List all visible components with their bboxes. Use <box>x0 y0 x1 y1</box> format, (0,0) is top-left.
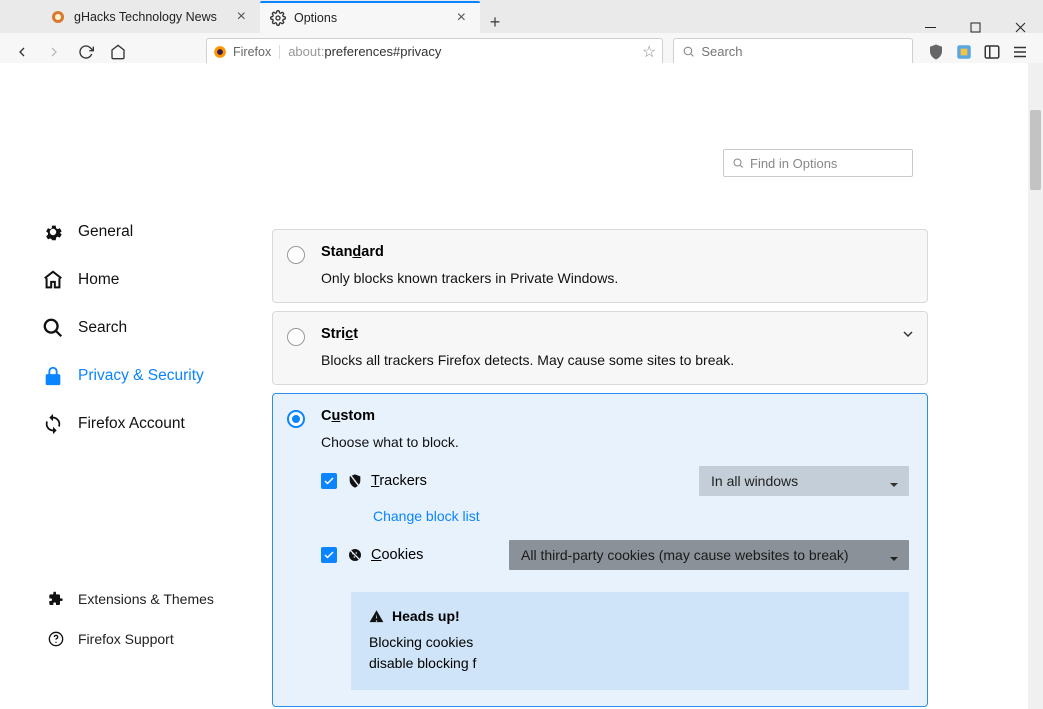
content-area: Find in Options General Home Search Priv… <box>0 63 1028 709</box>
change-block-list-link[interactable]: Change block list <box>373 508 909 524</box>
category-label: Home <box>78 271 119 289</box>
dropdown-value: All third-party cookies (may cause websi… <box>521 547 849 563</box>
checkbox-cookies[interactable] <box>321 547 337 563</box>
chevron-down-icon <box>889 552 899 568</box>
option-desc: Blocks all trackers Firefox detects. May… <box>321 352 909 368</box>
extension-icon[interactable] <box>955 43 973 61</box>
category-general[interactable]: General <box>42 208 242 256</box>
radio-standard[interactable] <box>287 246 305 264</box>
option-standard[interactable]: Standard Only blocks known trackers in P… <box>272 229 928 303</box>
category-label: Firefox Account <box>78 415 185 433</box>
tab-label: Options <box>294 11 337 25</box>
category-account[interactable]: Firefox Account <box>42 400 242 448</box>
find-in-options[interactable]: Find in Options <box>723 149 913 177</box>
warning-box: Heads up! Blocking cookies disable block… <box>351 592 909 690</box>
chevron-down-icon <box>889 478 899 494</box>
category-list: General Home Search Privacy & Security F… <box>42 208 242 448</box>
category-label: Search <box>78 319 127 337</box>
extensions-themes-link[interactable]: Extensions & Themes <box>48 579 214 619</box>
maximize-button[interactable] <box>953 22 998 33</box>
sync-icon <box>42 413 64 435</box>
reload-button[interactable] <box>72 38 100 66</box>
category-label: General <box>78 223 133 241</box>
trackers-dropdown[interactable]: In all windows <box>699 466 909 496</box>
close-icon[interactable]: × <box>233 8 250 26</box>
new-tab-button[interactable]: + <box>480 12 510 33</box>
cookies-dropdown[interactable]: All third-party cookies (may cause websi… <box>509 540 909 570</box>
link-label: Firefox Support <box>78 631 174 647</box>
option-desc: Only blocks known trackers in Private Wi… <box>321 270 909 286</box>
home-icon <box>42 269 64 291</box>
home-button[interactable] <box>104 38 132 66</box>
option-title: Strict <box>321 326 909 342</box>
category-label: Privacy & Security <box>78 367 204 385</box>
tab-ghacks[interactable]: gHacks Technology News × <box>40 1 260 33</box>
cookies-label: Cookies <box>347 547 423 563</box>
search-input[interactable] <box>701 44 904 59</box>
gear-icon <box>270 10 286 26</box>
option-desc: Choose what to block. <box>321 434 909 450</box>
bookmark-star-icon[interactable]: ☆ <box>642 42 656 62</box>
dropdown-value: In all windows <box>711 473 798 489</box>
radio-custom[interactable] <box>287 410 305 428</box>
bottom-links: Extensions & Themes Firefox Support <box>48 579 214 659</box>
option-strict[interactable]: Strict Blocks all trackers Firefox detec… <box>272 311 928 385</box>
tab-strip: gHacks Technology News × Options × + <box>0 0 1043 33</box>
ublock-icon[interactable] <box>927 43 945 61</box>
option-title: Custom <box>321 408 909 424</box>
lock-icon <box>42 365 64 387</box>
url-bar[interactable]: Firefox about:preferences#privacy ☆ <box>206 38 663 66</box>
option-custom[interactable]: Custom Choose what to block. Trackers In… <box>272 393 928 707</box>
back-button[interactable] <box>8 38 36 66</box>
identity-label: Firefox <box>233 45 271 59</box>
firefox-support-link[interactable]: Firefox Support <box>48 619 214 659</box>
category-privacy[interactable]: Privacy & Security <box>42 352 242 400</box>
close-window-button[interactable] <box>998 22 1043 33</box>
trackers-label: Trackers <box>347 473 427 489</box>
link-label: Extensions & Themes <box>78 591 214 607</box>
url-text: about:preferences#privacy <box>288 44 642 59</box>
chevron-down-icon[interactable] <box>903 326 913 344</box>
forward-button[interactable] <box>40 38 68 66</box>
search-icon <box>42 317 64 339</box>
tab-options[interactable]: Options × <box>260 1 480 33</box>
search-bar[interactable] <box>673 38 913 66</box>
warning-title: Heads up! <box>369 608 891 624</box>
checkbox-trackers[interactable] <box>321 473 337 489</box>
category-home[interactable]: Home <box>42 256 242 304</box>
window-controls <box>908 22 1043 33</box>
warning-body: Blocking cookies disable blocking f <box>369 632 891 674</box>
ghacks-favicon <box>50 9 66 25</box>
find-placeholder: Find in Options <box>750 156 837 171</box>
category-search[interactable]: Search <box>42 304 242 352</box>
radio-strict[interactable] <box>287 328 305 346</box>
option-title: Standard <box>321 244 909 260</box>
content-blocking-panel: Standard Only blocks known trackers in P… <box>272 229 928 709</box>
tab-label: gHacks Technology News <box>74 10 217 24</box>
identity-badge[interactable]: Firefox <box>213 45 280 59</box>
close-icon[interactable]: × <box>453 9 470 27</box>
minimize-button[interactable] <box>908 22 953 33</box>
scrollbar-thumb[interactable] <box>1030 110 1041 190</box>
menu-icon[interactable] <box>1011 43 1029 61</box>
gear-icon <box>42 221 64 243</box>
sidebar-icon[interactable] <box>983 43 1001 61</box>
